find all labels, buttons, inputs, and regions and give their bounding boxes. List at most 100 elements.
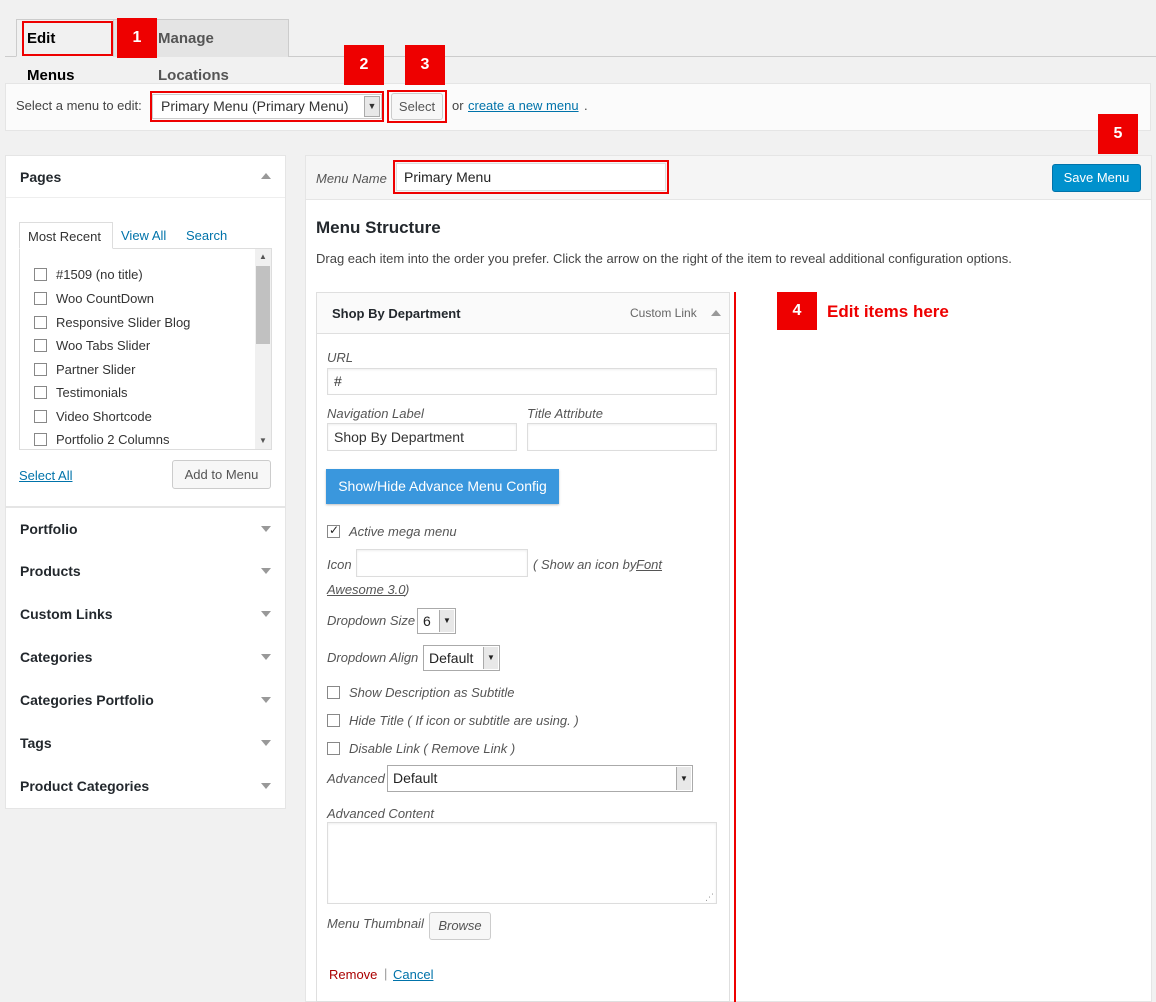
title-attribute-field[interactable] <box>527 423 717 451</box>
cancel-link[interactable]: Cancel <box>393 967 433 982</box>
section-products[interactable]: Products <box>5 550 286 594</box>
list-item[interactable]: Woo CountDown <box>34 291 154 306</box>
font-link[interactable]: Font <box>636 557 662 572</box>
dropdown-size-value: 6 <box>423 613 431 629</box>
highlight-select-button <box>387 90 447 123</box>
checkbox[interactable] <box>34 316 47 329</box>
expand-icon[interactable] <box>261 526 271 532</box>
list-item[interactable]: Woo Tabs Slider <box>34 338 150 353</box>
chevron-down-icon[interactable]: ▼ <box>676 767 691 790</box>
disable-link-checkbox[interactable] <box>327 742 340 755</box>
menu-item-handle[interactable]: Shop By Department Custom Link <box>316 292 730 334</box>
highlight-menu-select <box>150 91 384 122</box>
list-item-label: Responsive Slider Blog <box>56 315 191 330</box>
marker-1: 1 <box>117 18 157 58</box>
advanced-content-textarea[interactable]: ⋰ <box>327 822 717 904</box>
resize-handle-icon[interactable]: ⋰ <box>705 892 714 903</box>
collapse-icon[interactable] <box>261 173 271 179</box>
menu-name-label: Menu Name <box>316 171 387 186</box>
create-menu-link[interactable]: create a new menu <box>468 98 579 113</box>
checkbox[interactable] <box>34 386 47 399</box>
list-item[interactable]: Partner Slider <box>34 362 135 377</box>
checkbox[interactable] <box>34 339 47 352</box>
pages-title[interactable]: Pages <box>20 169 61 185</box>
dropdown-align-select[interactable]: Default ▼ <box>423 645 500 671</box>
hide-title-row[interactable]: Hide Title ( If icon or subtitle are usi… <box>327 713 579 728</box>
title-attribute-label: Title Attribute <box>527 406 603 421</box>
expand-icon[interactable] <box>261 611 271 617</box>
section-categories-portfolio[interactable]: Categories Portfolio <box>5 679 286 723</box>
dropdown-size-select[interactable]: 6 ▼ <box>417 608 456 634</box>
disable-link-row[interactable]: Disable Link ( Remove Link ) <box>327 741 515 756</box>
section-title: Product Categories <box>20 778 150 794</box>
scroll-up-icon[interactable]: ▲ <box>255 249 271 265</box>
section-title: Categories Portfolio <box>20 692 154 708</box>
section-portfolio[interactable]: Portfolio <box>5 507 286 551</box>
section-title: Tags <box>20 735 52 751</box>
advance-config-button[interactable]: Show/Hide Advance Menu Config <box>326 469 559 504</box>
menu-item-type: Custom Link <box>630 306 697 320</box>
url-field[interactable]: # <box>327 368 717 395</box>
list-item[interactable]: Testimonials <box>34 385 128 400</box>
dropdown-align-label: Dropdown Align <box>327 650 419 665</box>
icon-field[interactable] <box>356 549 528 577</box>
menu-item-title: Shop By Department <box>332 306 461 321</box>
list-item[interactable]: Portfolio 2 Columns <box>34 432 169 447</box>
checkbox[interactable] <box>34 433 47 446</box>
checkbox[interactable] <box>34 268 47 281</box>
expand-icon[interactable] <box>261 783 271 789</box>
expand-icon[interactable] <box>261 697 271 703</box>
active-mega-menu-checkbox[interactable] <box>327 523 340 538</box>
section-product-categories[interactable]: Product Categories <box>5 765 286 809</box>
section-title: Portfolio <box>20 521 78 537</box>
hide-title-checkbox[interactable] <box>327 714 340 727</box>
advanced-select[interactable]: Default ▼ <box>387 765 693 792</box>
show-description-checkbox[interactable] <box>327 686 340 699</box>
section-title: Custom Links <box>20 606 113 622</box>
highlight-edit-area-line <box>734 292 736 1002</box>
expand-icon[interactable] <box>261 654 271 660</box>
icon-hint-text: ( Show an icon by <box>533 557 637 572</box>
advanced-label: Advanced <box>327 771 385 786</box>
section-title: Categories <box>20 649 93 665</box>
remove-link[interactable]: Remove <box>329 967 377 982</box>
scroll-down-icon[interactable]: ▼ <box>255 433 271 449</box>
icon-label: Icon <box>327 557 352 572</box>
section-tags[interactable]: Tags <box>5 722 286 766</box>
active-mega-menu-row[interactable]: Active mega menu <box>327 523 457 539</box>
expand-icon[interactable] <box>261 740 271 746</box>
menu-structure-title: Menu Structure <box>316 218 441 237</box>
pages-scrollbar[interactable]: ▲ ▼ <box>255 249 271 449</box>
checkbox[interactable] <box>34 292 47 305</box>
checkbox[interactable] <box>34 410 47 423</box>
section-custom-links[interactable]: Custom Links <box>5 593 286 637</box>
select-all-link[interactable]: Select All <box>19 468 72 483</box>
edit-items-annotation: Edit items here <box>827 302 949 321</box>
navigation-label-field[interactable]: Shop By Department <box>327 423 517 451</box>
show-description-row[interactable]: Show Description as Subtitle <box>327 685 514 700</box>
checkbox[interactable] <box>34 363 47 376</box>
list-item[interactable]: Responsive Slider Blog <box>34 315 190 330</box>
list-item[interactable]: Video Shortcode <box>34 409 152 424</box>
list-item-label: Portfolio 2 Columns <box>56 432 170 447</box>
list-item[interactable]: #1509 (no title) <box>34 267 143 282</box>
list-item-label: Partner Slider <box>56 362 136 377</box>
browse-button[interactable]: Browse <box>429 912 491 940</box>
tab-search[interactable]: Search <box>186 222 227 249</box>
awesome-link[interactable]: Awesome 3.0 <box>327 582 406 597</box>
pages-panel-divider <box>6 197 285 198</box>
list-item-label: Video Shortcode <box>56 409 152 424</box>
collapse-item-icon[interactable] <box>711 310 721 316</box>
chevron-down-icon[interactable]: ▼ <box>483 647 498 669</box>
chevron-down-icon[interactable]: ▼ <box>439 610 454 632</box>
tab-most-recent[interactable]: Most Recent <box>19 222 113 249</box>
tab-view-all[interactable]: View All <box>121 222 166 249</box>
scroll-thumb[interactable] <box>256 266 270 344</box>
section-categories[interactable]: Categories <box>5 636 286 680</box>
highlight-edit-menus <box>22 21 113 56</box>
add-to-menu-button[interactable]: Add to Menu <box>172 460 271 489</box>
expand-icon[interactable] <box>261 568 271 574</box>
menu-thumbnail-label: Menu Thumbnail <box>327 916 424 931</box>
save-menu-button[interactable]: Save Menu <box>1052 164 1141 192</box>
pages-list[interactable]: #1509 (no title) Woo CountDown Responsiv… <box>19 248 272 450</box>
